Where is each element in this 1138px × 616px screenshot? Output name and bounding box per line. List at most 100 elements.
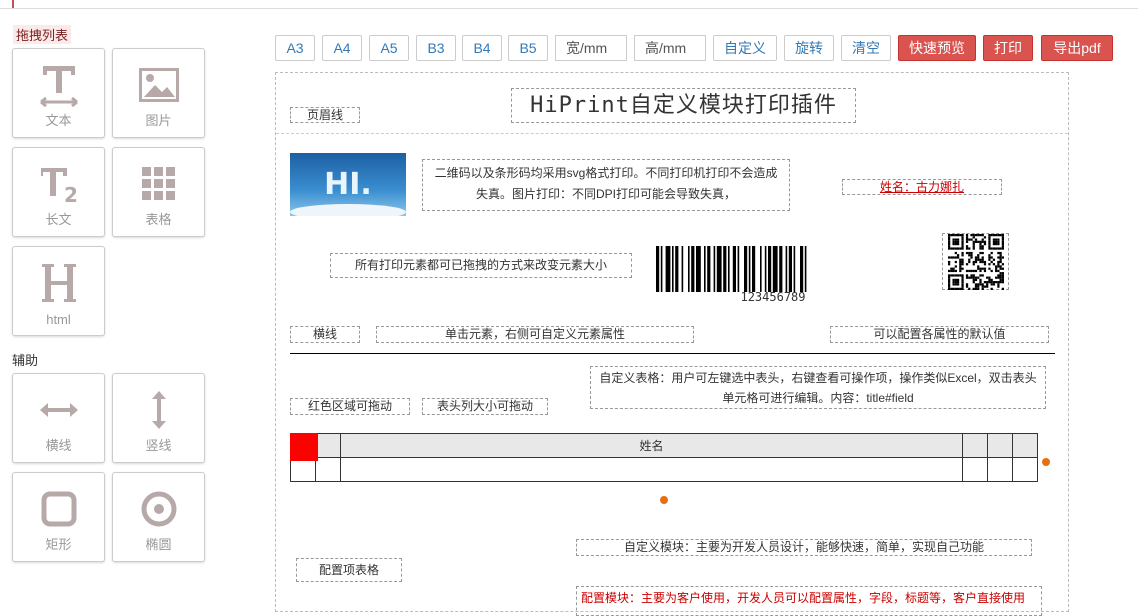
table-drag-handle[interactable]: [290, 433, 318, 461]
config-module-note[interactable]: 配置模块：主要为客户使用，开发人员可以配置属性，字段，标题等，客户直接使用: [576, 586, 1042, 616]
print-button[interactable]: 打印: [983, 35, 1033, 61]
header-line-label[interactable]: 页眉线: [290, 107, 360, 123]
qrcode[interactable]: [942, 233, 1009, 290]
quick-preview-button[interactable]: 快速预览: [898, 35, 976, 61]
qr-module: [990, 233, 993, 236]
qr-module: [949, 287, 952, 290]
name-field[interactable]: 姓名：古力娜扎: [842, 179, 1002, 195]
custom-table[interactable]: 姓名: [290, 433, 1038, 482]
tool-text[interactable]: 文本: [12, 48, 105, 138]
resize-handle-right[interactable]: [1042, 458, 1050, 466]
qr-module: [981, 255, 984, 259]
size-b3-button[interactable]: B3: [416, 35, 456, 61]
qr-module: [992, 280, 995, 283]
column-resize-note[interactable]: 表头列大小可拖动: [422, 398, 548, 415]
qr-module: [981, 285, 984, 288]
qr-module: [1001, 262, 1004, 265]
qr-module: [972, 280, 975, 283]
qr-module: [987, 237, 991, 241]
custom-size-button[interactable]: 自定义: [713, 35, 777, 61]
tool-long-text[interactable]: 2 长文: [12, 147, 105, 237]
tool-ellipse[interactable]: 椭圆: [112, 472, 205, 562]
red-drag-note[interactable]: 红色区域可拖动: [290, 398, 410, 415]
rotate-button[interactable]: 旋转: [784, 35, 834, 61]
tool-image[interactable]: 图片: [112, 48, 205, 138]
barcode-bar: [713, 246, 716, 292]
tool-table[interactable]: 表格: [112, 147, 205, 237]
table-header-cell[interactable]: [1012, 433, 1038, 458]
svg-print-note[interactable]: 二维码以及条形码均采用svg格式打印。不同打印机打印不会造成失真。图片打印：不同…: [422, 159, 790, 211]
config-table-label[interactable]: 配置项表格: [296, 558, 402, 582]
qr-module: [1001, 276, 1004, 279]
qr-module: [954, 237, 957, 241]
table-header-cell[interactable]: [962, 433, 989, 458]
qr-module: [947, 237, 950, 241]
size-b5-button[interactable]: B5: [508, 35, 548, 61]
tool-html[interactable]: html: [12, 246, 105, 336]
qr-module: [954, 240, 957, 243]
qr-module: [960, 251, 964, 254]
qr-module: [951, 242, 955, 245]
table-header-cell[interactable]: 姓名: [339, 433, 964, 458]
qr-module: [954, 246, 957, 250]
qr-module: [987, 246, 991, 250]
tool-rectangle[interactable]: 矩形: [12, 472, 105, 562]
click-element-note[interactable]: 单击元素，右侧可自定义元素属性: [376, 326, 694, 343]
table-header-cell[interactable]: [987, 433, 1014, 458]
qr-module: [960, 244, 964, 247]
height-input[interactable]: [634, 35, 706, 61]
qr-module: [994, 269, 997, 272]
qr-module: [994, 264, 997, 268]
assist-title: 辅助: [12, 353, 39, 368]
qr-module: [958, 273, 961, 277]
qr-module: [954, 264, 957, 268]
qr-module: [1001, 287, 1004, 290]
qr-module: [999, 278, 1002, 281]
tool-label: 表格: [145, 212, 172, 227]
qr-module: [965, 262, 968, 265]
barcode-bar: [737, 246, 740, 292]
qr-module: [981, 287, 984, 290]
logo-image[interactable]: HI.: [290, 153, 406, 216]
hline-label[interactable]: 横线: [290, 326, 360, 343]
qr-module: [987, 258, 991, 261]
default-value-note[interactable]: 可以配置各属性的默认值: [830, 326, 1049, 343]
qr-module: [974, 255, 977, 259]
size-a5-button[interactable]: A5: [369, 35, 409, 61]
qr-module: [947, 233, 950, 236]
table-header-cell[interactable]: [314, 433, 341, 458]
qr-module: [969, 253, 973, 256]
tool-vertical-line[interactable]: 竖线: [112, 373, 205, 463]
qr-module: [983, 260, 986, 263]
qr-module: [999, 271, 1002, 274]
custom-module-note[interactable]: 自定义模块：主要为开发人员设计，能够快速，简单，实现自己功能: [576, 539, 1032, 556]
resize-note[interactable]: 所有打印元素都可已拖拽的方式来改变元素大小: [330, 253, 632, 278]
qr-module: [954, 280, 957, 283]
qr-module: [947, 242, 950, 245]
custom-table-note[interactable]: 自定义表格：用户可左键选中表头，右键查看可操作项，操作类似Excel，双击表头单…: [590, 366, 1046, 409]
barcode[interactable]: 123456789: [656, 246, 890, 306]
resize-handle-bottom[interactable]: [660, 496, 668, 504]
horizontal-line-element[interactable]: [290, 353, 1055, 354]
export-pdf-button[interactable]: 导出pdf: [1041, 35, 1113, 61]
size-b4-button[interactable]: B4: [462, 35, 502, 61]
qr-module: [972, 233, 975, 236]
size-a3-button[interactable]: A3: [275, 35, 315, 61]
qr-module: [996, 255, 1000, 259]
qr-module: [996, 276, 1000, 279]
clear-button[interactable]: 清空: [841, 35, 891, 61]
qr-module: [999, 267, 1002, 270]
qr-module: [1001, 278, 1004, 281]
tool-label: 长文: [45, 212, 72, 227]
qr-module: [951, 246, 955, 250]
tool-horizontal-line[interactable]: 横线: [12, 373, 105, 463]
qr-module: [951, 267, 955, 270]
qr-module: [960, 280, 964, 283]
qr-module: [947, 255, 950, 259]
top-bar: [0, 0, 1138, 9]
qr-module: [969, 251, 973, 254]
template-title[interactable]: HiPrint自定义模块打印插件: [511, 88, 856, 123]
qr-module: [958, 269, 961, 272]
size-a4-button[interactable]: A4: [322, 35, 362, 61]
width-input[interactable]: [555, 35, 627, 61]
